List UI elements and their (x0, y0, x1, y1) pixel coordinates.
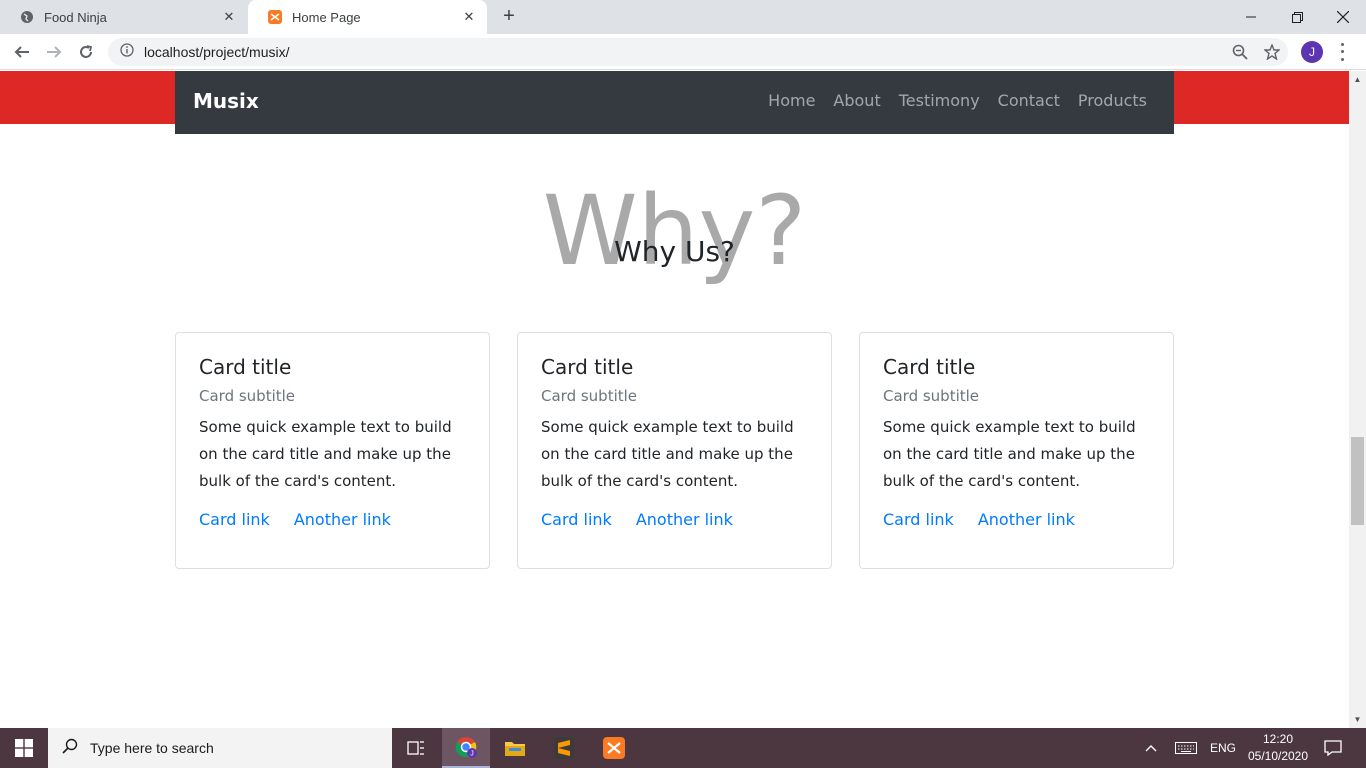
browser-menu-icon[interactable] (1336, 41, 1348, 63)
tab-home-page[interactable]: Home Page ✕ (248, 0, 487, 34)
nav-home[interactable]: Home (768, 91, 815, 110)
sublime-text-icon[interactable] (540, 728, 588, 768)
minimize-icon[interactable] (1228, 0, 1274, 34)
site-navbar: Musix Home About Testimony Contact Produ… (175, 71, 1174, 134)
card-subtitle: Card subtitle (199, 387, 296, 405)
card-text: Some quick example text to build on the … (541, 418, 794, 490)
restore-icon[interactable] (1274, 0, 1320, 34)
another-link[interactable]: Another link (636, 510, 733, 529)
close-tab-icon[interactable]: ✕ (461, 9, 477, 25)
windows-start-icon[interactable] (0, 728, 48, 768)
card-title: Card title (541, 355, 634, 379)
nav-testimony[interactable]: Testimony (899, 91, 980, 110)
svg-text:J: J (470, 751, 474, 758)
clock-time: 12:20 (1262, 732, 1294, 746)
xampp-icon (268, 10, 282, 24)
windows-taskbar: Type here to search J ENG 12:20 05/10/20… (0, 728, 1366, 768)
scroll-down-arrow-icon[interactable]: ▼ (1349, 711, 1366, 728)
browser-toolbar: localhost/project/musix/ (0, 34, 1366, 70)
nav-links: Home About Testimony Contact Products (750, 91, 1147, 110)
url-text: localhost/project/musix/ (144, 44, 290, 60)
card-links: Card link Another link (541, 510, 808, 529)
site-brand[interactable]: Musix (193, 89, 259, 113)
back-icon[interactable] (10, 40, 34, 64)
forward-icon[interactable] (42, 40, 66, 64)
task-view-icon[interactable] (392, 728, 440, 768)
nav-about[interactable]: About (833, 91, 880, 110)
tab-title: Home Page (292, 9, 361, 25)
card-link[interactable]: Card link (883, 510, 954, 529)
tab-food-ninja[interactable]: Food Ninja ✕ (0, 0, 247, 34)
another-link[interactable]: Another link (978, 510, 1075, 529)
card: Card title Card subtitle Some quick exam… (517, 332, 832, 569)
card: Card title Card subtitle Some quick exam… (175, 332, 490, 569)
xampp-icon[interactable] (590, 728, 638, 768)
card-links: Card link Another link (199, 510, 466, 529)
bookmark-star-icon[interactable] (1261, 41, 1283, 63)
nav-contact[interactable]: Contact (998, 91, 1060, 110)
card-link[interactable]: Card link (199, 510, 270, 529)
new-tab-button[interactable]: + (499, 6, 519, 26)
file-explorer-icon[interactable] (491, 728, 539, 768)
close-tab-icon[interactable]: ✕ (221, 9, 237, 25)
page-viewport: Musix Home About Testimony Contact Produ… (0, 71, 1349, 728)
globe-icon (20, 10, 34, 24)
reload-icon[interactable] (74, 40, 98, 64)
card-text: Some quick example text to build on the … (199, 418, 452, 490)
card-title: Card title (883, 355, 976, 379)
chrome-icon[interactable]: J (442, 728, 490, 768)
scroll-thumb[interactable] (1351, 437, 1364, 525)
card-links: Card link Another link (883, 510, 1150, 529)
close-window-icon[interactable] (1320, 0, 1366, 34)
profile-avatar[interactable]: J (1301, 41, 1323, 63)
keyboard-icon[interactable] (1172, 728, 1200, 768)
address-bar[interactable]: localhost/project/musix/ (108, 38, 1288, 66)
clock-date: 05/10/2020 (1247, 749, 1309, 763)
page-scrollbar[interactable]: ▲ ▼ (1349, 71, 1366, 728)
zoom-icon[interactable] (1229, 41, 1251, 63)
card-subtitle: Card subtitle (883, 387, 980, 405)
card-row: Card title Card subtitle Some quick exam… (175, 332, 1174, 569)
show-hidden-icons-chevron-icon[interactable] (1140, 728, 1162, 768)
search-placeholder: Type here to search (90, 740, 214, 756)
another-link[interactable]: Another link (294, 510, 391, 529)
card: Card title Card subtitle Some quick exam… (859, 332, 1174, 569)
card-subtitle: Card subtitle (541, 387, 638, 405)
browser-tab-strip: Food Ninja ✕ Home Page ✕ + (0, 0, 1366, 34)
notifications-icon[interactable] (1318, 728, 1348, 768)
nav-products[interactable]: Products (1078, 91, 1147, 110)
card-title: Card title (199, 355, 292, 379)
language-indicator[interactable]: ENG (1206, 728, 1240, 768)
system-clock[interactable]: 12:20 05/10/2020 (1240, 731, 1316, 765)
card-text: Some quick example text to build on the … (883, 418, 1136, 490)
section-title: Why Us? (614, 235, 735, 268)
taskbar-search[interactable]: Type here to search (48, 728, 392, 768)
info-icon[interactable] (120, 42, 134, 62)
scroll-up-arrow-icon[interactable]: ▲ (1349, 71, 1366, 88)
tab-title: Food Ninja (44, 9, 107, 25)
search-icon (62, 738, 78, 759)
card-link[interactable]: Card link (541, 510, 612, 529)
